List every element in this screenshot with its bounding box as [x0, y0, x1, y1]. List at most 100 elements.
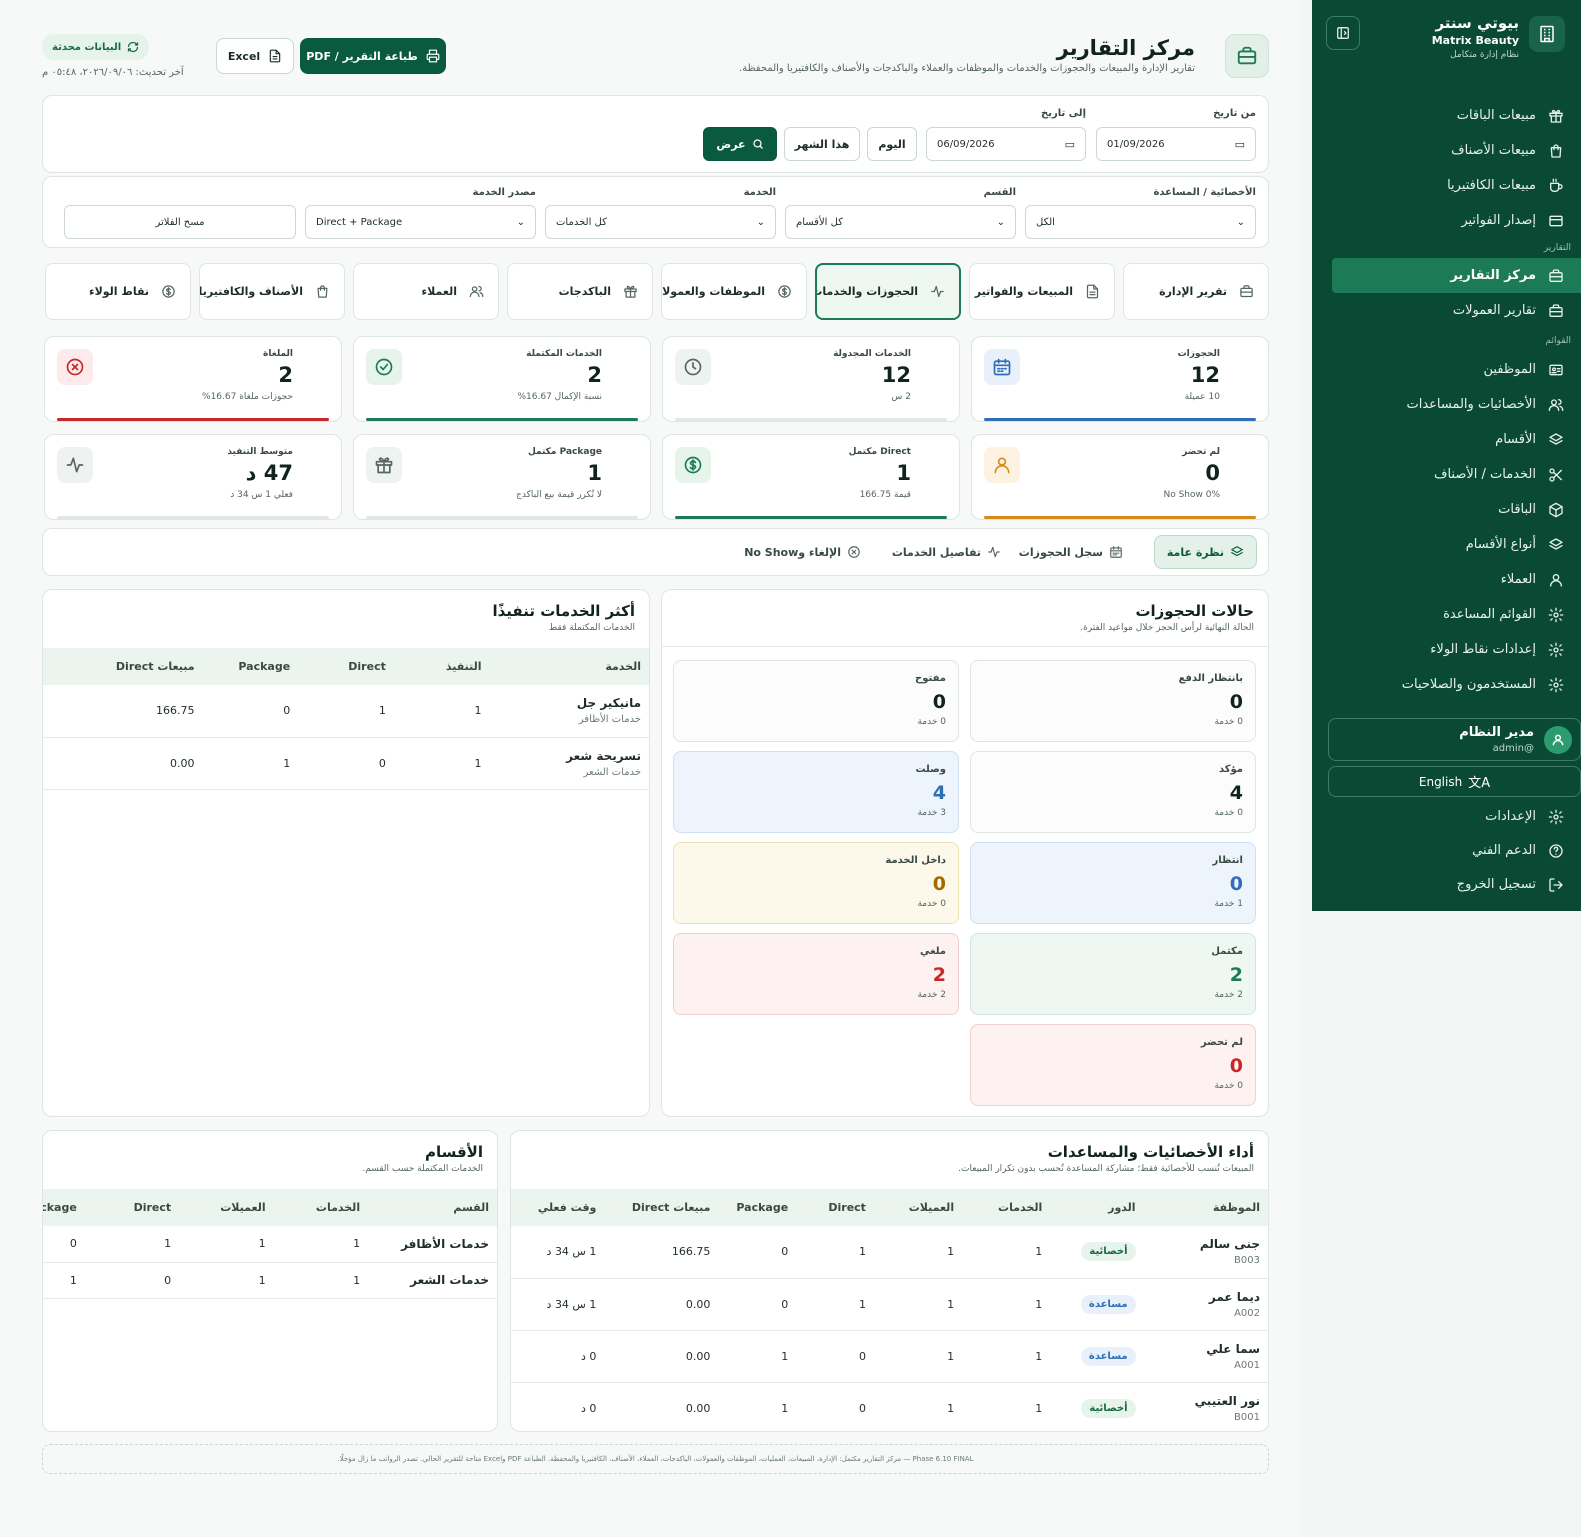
sub-tab[interactable]: نظرة عامة [1153, 535, 1257, 569]
report-tab[interactable]: العملاء [353, 263, 499, 320]
sidebar-item[interactable]: مركز التقارير [1332, 258, 1581, 293]
status-label: بانتظار الدفع [1178, 673, 1243, 684]
kpi-label: Direct مكتمل [848, 447, 911, 457]
sidebar-item[interactable]: الأقسام [1312, 422, 1581, 457]
sub-tab[interactable]: تفاصيل الخدمات [880, 535, 1013, 569]
excel-button[interactable]: Excel [216, 38, 294, 74]
status-label: مؤكد [1218, 764, 1243, 775]
source-select[interactable]: ⌄ Direct + Package [305, 205, 536, 239]
report-tab[interactable]: الأصناف والكافتيريا والمحفظة [199, 263, 345, 320]
table-row[interactable]: خدمات الأظافر 1 1 1 0 [43, 1226, 497, 1263]
status-sub: 1 خدمة [1214, 899, 1243, 909]
calendar-icon [993, 358, 1011, 376]
sidebar-item[interactable]: مبيعات الباقات [1312, 98, 1581, 133]
table-cell: 1 [179, 1262, 274, 1299]
table-cell: 1 [873, 1278, 963, 1331]
sidebar-item[interactable]: إعدادات نقاط الولاء [1312, 632, 1581, 667]
column-header: مبيعات Direct [43, 648, 203, 685]
kpi-bar [366, 418, 638, 421]
from-date-input[interactable]: ▭ 01/09/2026 [1096, 127, 1256, 161]
sidebar-item[interactable]: مبيعات الأصناف [1312, 133, 1581, 168]
sub-tab-label: تفاصيل الخدمات [891, 545, 981, 559]
gear-icon [1548, 642, 1564, 657]
panel-subtitle: الخدمات المكتملة حسب القسم. [362, 1164, 483, 1174]
sidebar-item[interactable]: الإعدادات [1312, 799, 1581, 834]
sidebar-item[interactable]: الأخصائيات والمساعدات [1312, 387, 1581, 422]
staff-name: ديما عمر [1208, 1289, 1260, 1304]
status-label: مكتمل [1211, 946, 1243, 957]
table-row[interactable]: نور العتيبي B001 أخصائية 1 1 0 1 0.00 0 د [511, 1382, 1268, 1431]
kpi-sub: حجوزات ملغاة 16.67% [202, 392, 293, 402]
sidebar-item[interactable]: القوائم المساعدة [1312, 597, 1581, 632]
sub-tab-label: الإلغاء وNo Show [744, 545, 841, 559]
sidebar-item[interactable]: تقارير العمولات [1312, 293, 1581, 328]
show-button[interactable]: عرض [703, 127, 777, 161]
chevron-down-icon: ⌄ [1236, 216, 1245, 228]
report-tab[interactable]: تقرير الإدارة [1123, 263, 1269, 320]
table-row[interactable]: تسريحة شعر خدمات الشعر 1 0 1 0.00 [43, 737, 649, 790]
sidebar-item[interactable]: المستخدمون والصلاحيات [1312, 667, 1581, 702]
logout-icon [1549, 877, 1563, 892]
departments-panel: الأقسام الخدمات المكتملة حسب القسم. القس… [42, 1130, 498, 1432]
report-tab[interactable]: الباكدجات [507, 263, 653, 320]
sidebar-item[interactable]: الموظفين [1312, 352, 1581, 387]
user-icon [994, 457, 1010, 474]
kpi-card: Direct مكتمل 1 قيمة 166.75 [662, 434, 960, 520]
x-circle-icon [66, 358, 84, 376]
department-name: خدمات الأظافر [401, 1236, 489, 1251]
specialist-label: الأخصائية / المساعدة [1153, 187, 1256, 198]
table-cell: 1 [179, 1226, 274, 1263]
status-sub: 0 خدمة [1214, 808, 1243, 818]
sidebar-item[interactable]: الدعم الفني [1312, 833, 1581, 868]
sub-tab[interactable]: سجل الحجوزات [1007, 535, 1135, 569]
status-card: بانتظار الدفع 0 0 خدمة [970, 660, 1256, 742]
service-select[interactable]: ⌄ كل الخدمات [545, 205, 776, 239]
sidebar-item[interactable]: الخدمات / الأصناف [1312, 457, 1581, 492]
table-cell: 166.75 [43, 685, 203, 738]
table-row[interactable]: جنى سالم B003 أخصائية 1 1 1 0 166.75 1 س 34 د [511, 1226, 1268, 1279]
print-pdf-button[interactable]: طباعة التقرير / PDF [300, 38, 446, 74]
table-row[interactable]: خدمات الشعر 1 1 0 1 [43, 1262, 497, 1299]
kpi-bar [675, 418, 947, 421]
kpi-icon [675, 349, 711, 385]
collapse-sidebar-button[interactable] [1326, 16, 1360, 50]
sidebar-item[interactable]: الباقات [1312, 492, 1581, 527]
table-cell: 1 [43, 1262, 85, 1299]
table-row[interactable]: سما علي A001 مساعدة 1 1 0 1 0.00 0 د [511, 1330, 1268, 1383]
clear-filters-button[interactable]: مسح الفلاتر [64, 205, 296, 239]
user-card[interactable]: مدير النظام @admin [1328, 718, 1581, 761]
kpi-bar [57, 516, 329, 519]
report-tab[interactable]: الحجوزات والخدمات [815, 263, 961, 320]
department-select[interactable]: ⌄ كل الأقسام [785, 205, 1016, 239]
sidebar-item[interactable]: العملاء [1312, 562, 1581, 597]
layers-icon [1549, 537, 1563, 550]
table-header-row: الموظفة الدور الخدمات العميلات Direct Package… [511, 1189, 1268, 1226]
sidebar-item[interactable]: أنواع الأقسام [1312, 527, 1581, 562]
calendar-icon: ▭ [1234, 137, 1245, 151]
kpi-bar [57, 418, 329, 421]
status-sub: 2 خدمة [917, 990, 946, 1000]
sidebar-item-label: إعدادات نقاط الولاء [1430, 642, 1536, 657]
specialist-select[interactable]: ⌄ الكل [1025, 205, 1256, 239]
table-row[interactable]: ديما عمر A002 مساعدة 1 1 1 0 0.00 1 س 34 د [511, 1278, 1268, 1331]
panel-title: أداء الأخصائيات والمساعدات [1047, 1143, 1254, 1161]
status-value: 2 [1229, 964, 1243, 986]
sub-tab[interactable]: الإلغاء وNo Show [732, 535, 873, 569]
report-tab[interactable]: نقاط الولاء [45, 263, 191, 320]
sidebar-item-label: الموظفين [1483, 362, 1536, 377]
language-button[interactable]: 文A English [1328, 766, 1581, 797]
today-button[interactable]: اليوم [867, 127, 917, 161]
sidebar-item[interactable]: تسجيل الخروج [1312, 867, 1581, 902]
column-header: مبيعات Direct [604, 1189, 719, 1226]
kpi-sub: 10 عميلة [1184, 392, 1220, 402]
report-tab[interactable]: الموظفات والعمولات [661, 263, 807, 320]
report-tab[interactable]: المبيعات والفواتير [969, 263, 1115, 320]
sidebar-item[interactable]: إصدار الفواتير [1312, 203, 1581, 238]
to-date-input[interactable]: ▭ 06/09/2026 [926, 127, 1086, 161]
kpi-value: 0 [1205, 461, 1220, 485]
service-cell: تسريحة شعر خدمات الشعر [489, 737, 649, 790]
sidebar-item[interactable]: مبيعات الكافتيريا [1312, 168, 1581, 203]
this-month-button[interactable]: هذا الشهر [784, 127, 860, 161]
table-row[interactable]: مانيكير جل خدمات الأظافر 1 1 0 166.75 [43, 685, 649, 738]
table-cell: 0 [84, 1262, 180, 1299]
